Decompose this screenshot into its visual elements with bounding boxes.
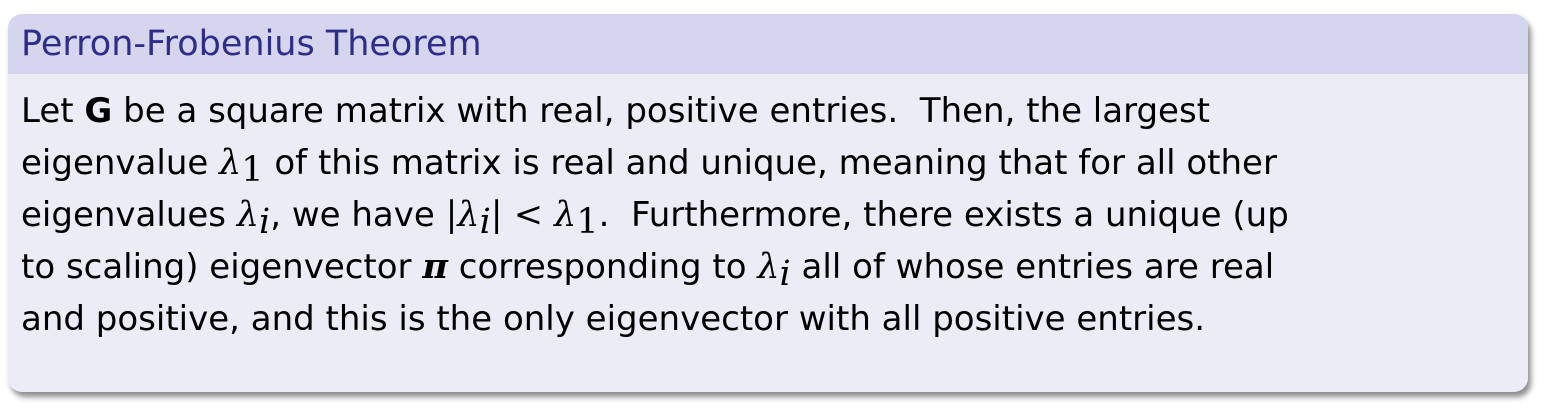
text-run: eigenvalue xyxy=(21,143,220,183)
text-run: , we have xyxy=(270,195,446,235)
subscript-i: i xyxy=(259,202,271,242)
abs-bar-open: | xyxy=(445,195,458,235)
body-line-1: Let G be a square matrix with real, posi… xyxy=(21,85,1514,137)
text-run: of this matrix is real and unique, meani… xyxy=(263,143,1277,183)
block-body: Let G be a square matrix with real, posi… xyxy=(8,74,1528,345)
lambda-symbol: λ xyxy=(236,195,259,235)
eigenvector-symbol-pi: π xyxy=(422,246,448,287)
text-run: Let xyxy=(21,91,85,131)
lambda-symbol: λ xyxy=(457,195,480,235)
text-run: to scaling) eigenvector xyxy=(21,247,423,287)
lambda-symbol: λ xyxy=(219,143,242,183)
subscript-i: i xyxy=(479,202,491,242)
text-run: all of whose entries are real xyxy=(790,247,1275,287)
body-line-4: to scaling) eigenvector π corresponding … xyxy=(21,241,1514,293)
abs-bar-close-less-than: | < xyxy=(490,195,555,235)
lambda-symbol: λ xyxy=(554,195,577,235)
body-line-3: eigenvalues λi, we have |λi| < λ1. Furth… xyxy=(21,189,1514,241)
block-title: Perron-Frobenius Theorem xyxy=(8,14,1528,74)
subscript-1: 1 xyxy=(241,150,264,190)
theorem-block: Perron-Frobenius Theorem Let G be a squa… xyxy=(8,14,1528,392)
text-run: . Furthermore, there exists a unique (up xyxy=(598,195,1289,235)
text-run: eigenvalues xyxy=(21,195,237,235)
matrix-symbol-G: G xyxy=(84,91,113,131)
subscript-i: i xyxy=(779,254,791,294)
text-run: be a square matrix with real, positive e… xyxy=(112,91,1211,131)
lambda-symbol: λ xyxy=(757,247,780,287)
body-line-5: and positive, and this is the only eigen… xyxy=(21,293,1514,345)
text-run: corresponding to xyxy=(447,247,758,287)
body-line-2: eigenvalue λ1 of this matrix is real and… xyxy=(21,137,1514,189)
text-run: and positive, and this is the only eigen… xyxy=(21,299,1206,339)
subscript-1: 1 xyxy=(576,202,599,242)
